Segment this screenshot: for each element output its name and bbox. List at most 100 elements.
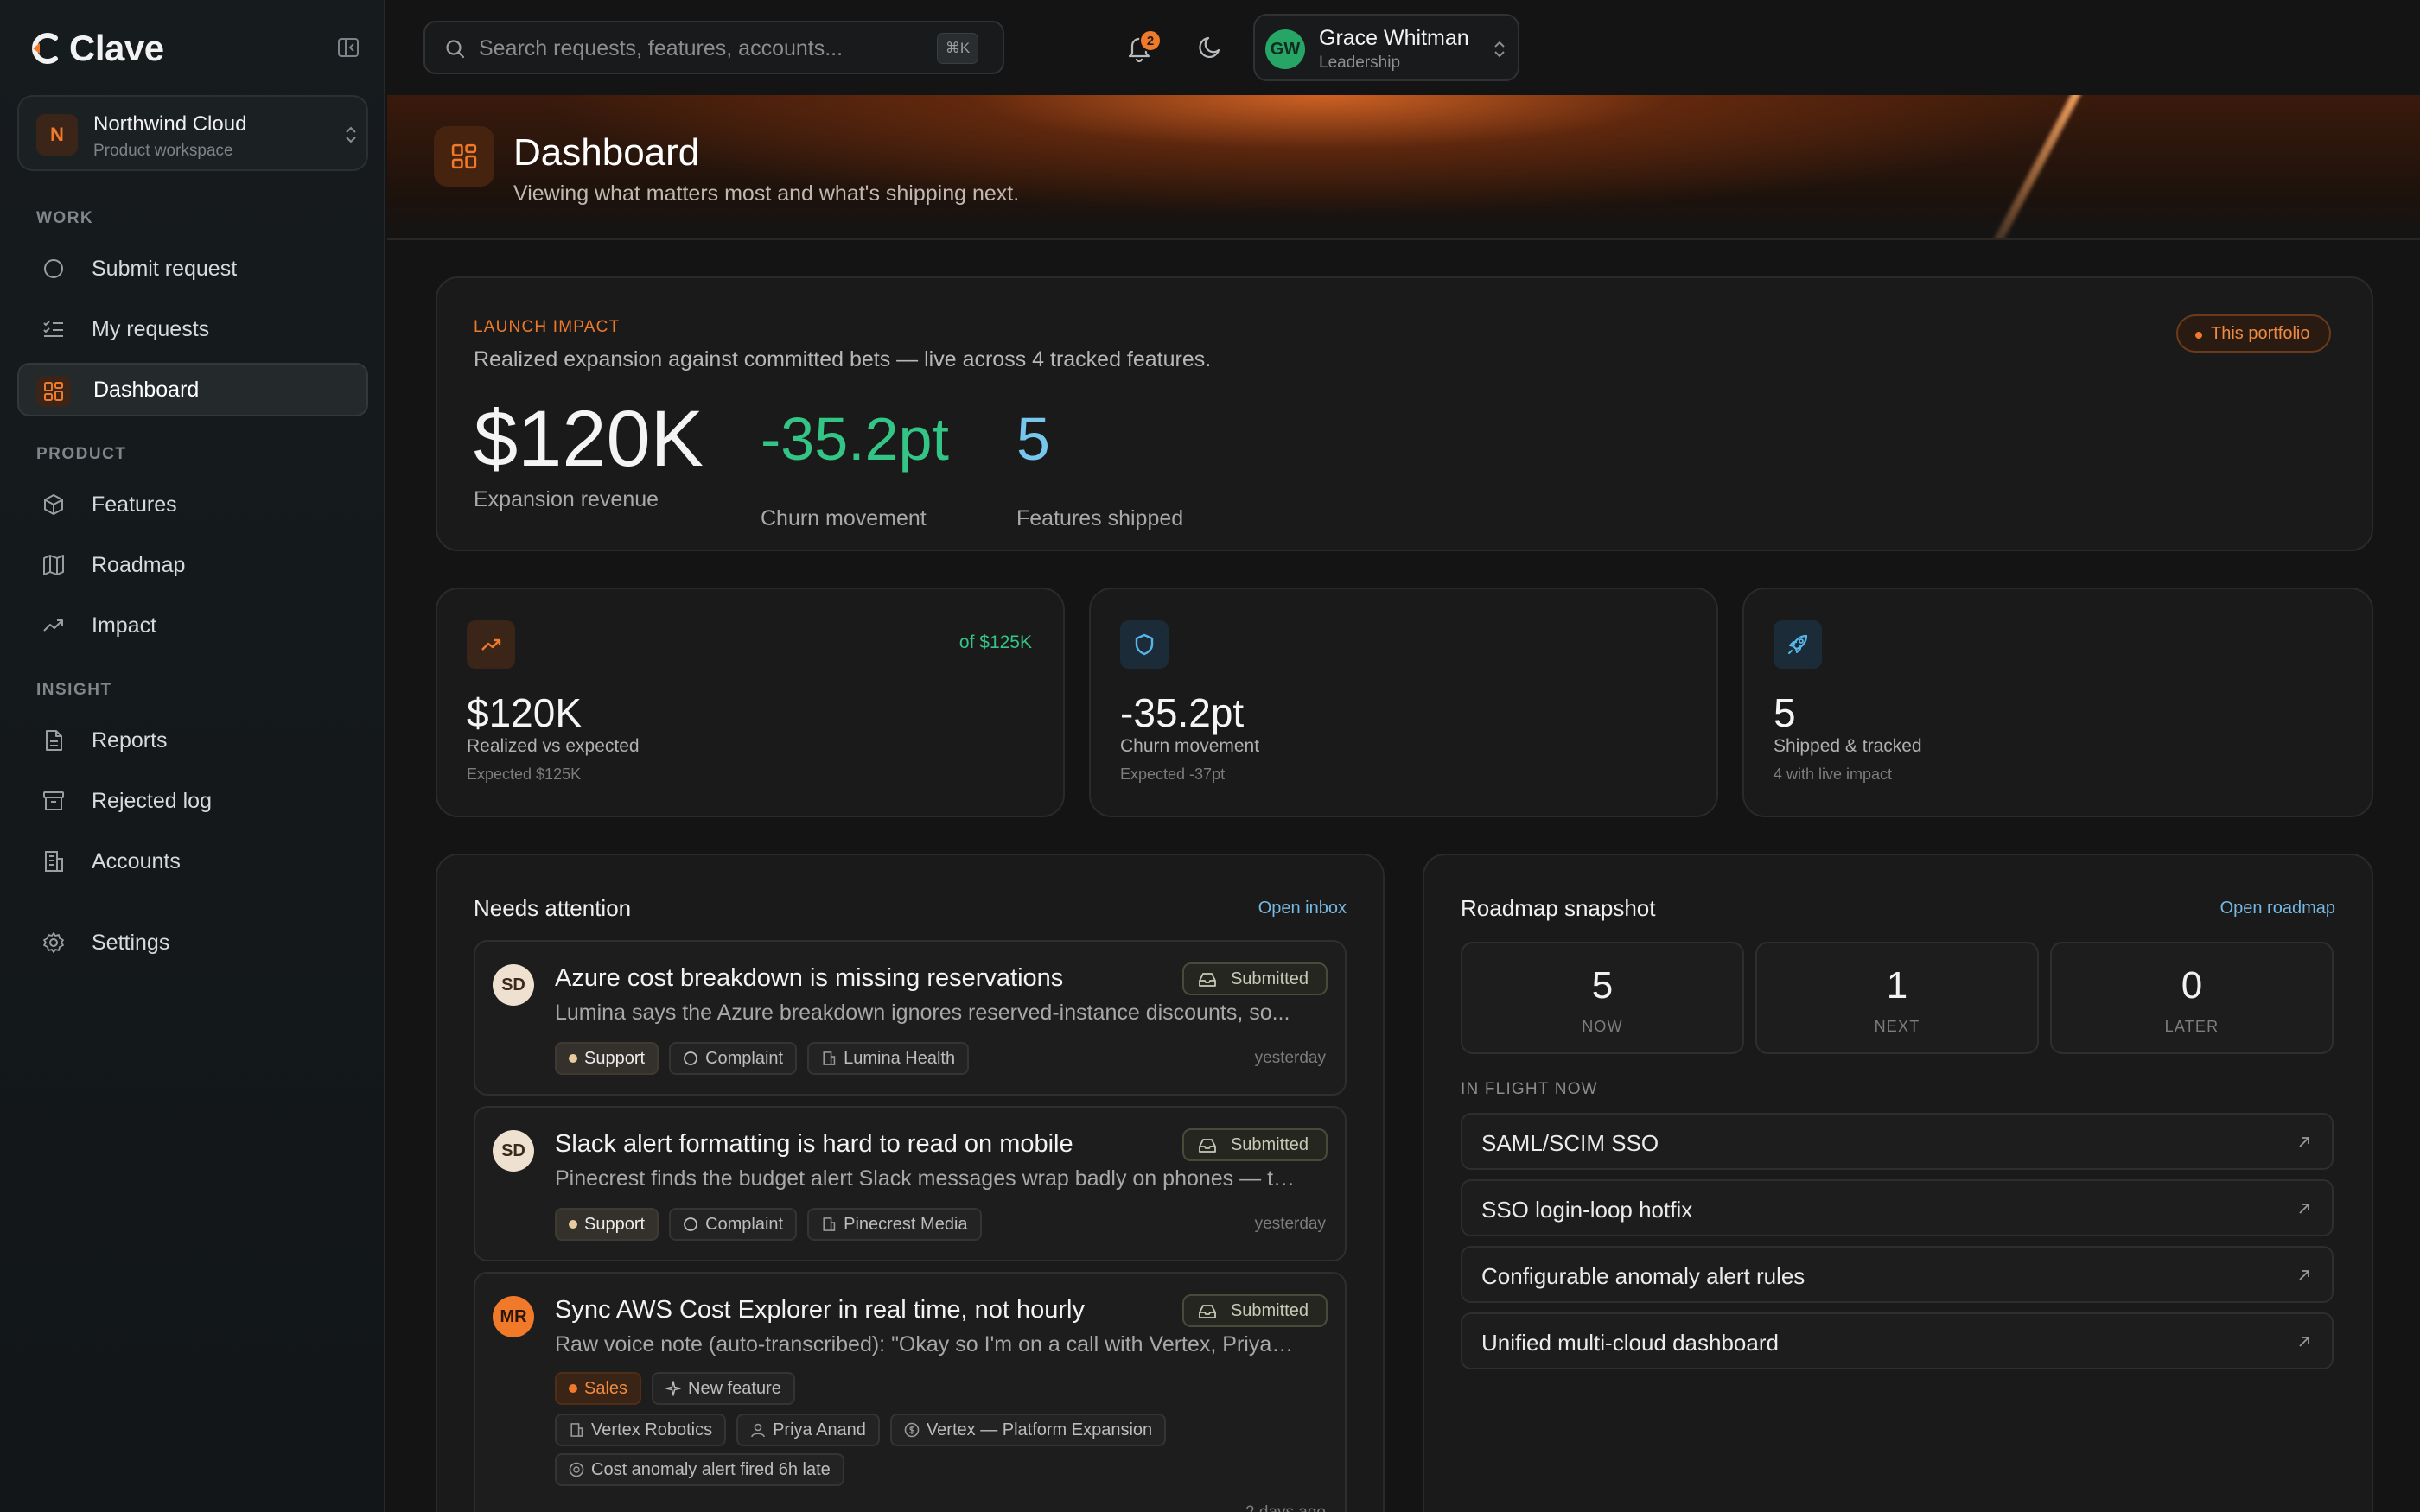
sidebar-item-submit-request[interactable]: Submit request [17, 242, 368, 295]
tag-support[interactable]: Support [555, 1042, 659, 1075]
tag-deal[interactable]: Vertex — Platform Expansion [889, 1414, 1167, 1446]
metric-expected: Expected $125K [467, 766, 582, 783]
stat-churn-movement: -35.2pt Churn movement [761, 399, 949, 531]
theme-toggle-moon-icon[interactable] [1196, 33, 1226, 62]
roadmap-count: 5 [1591, 964, 1614, 1007]
request-timestamp: 2 days ago [1245, 1503, 1326, 1512]
circle-icon [684, 1217, 697, 1231]
gear-icon [43, 932, 64, 953]
hero-decoration [1968, 95, 2082, 238]
roadmap-count: 0 [2181, 964, 2203, 1007]
sidebar-item-settings[interactable]: Settings [17, 916, 368, 969]
request-card[interactable]: SD Slack alert formatting is hard to rea… [474, 1106, 1347, 1261]
sidebar-item-label: Submit request [92, 256, 238, 281]
user-menu[interactable]: GW Grace Whitman Leadership [1253, 14, 1519, 81]
sidebar-item-label: Reports [92, 727, 168, 753]
open-inbox-link[interactable]: Open inbox [1258, 899, 1347, 918]
brand-logo[interactable]: Clave [29, 28, 164, 69]
tag-complaint[interactable]: Complaint [669, 1208, 798, 1241]
in-flight-item[interactable]: SAML/SCIM SSO [1461, 1113, 2334, 1170]
status-badge: Submitted [1181, 1128, 1328, 1161]
status-label: Submitted [1230, 1134, 1309, 1154]
sidebar-item-label: Impact [92, 613, 157, 638]
trend-up-icon [467, 620, 515, 669]
request-tags: Support Complaint Pinecrest Media [555, 1208, 982, 1241]
roadmap-snapshot-panel: Roadmap snapshot Open roadmap 5 NOW 1 NE… [1423, 854, 2373, 1512]
dot-icon [569, 1384, 577, 1393]
sidebar-item-label: Roadmap [92, 552, 186, 577]
page-subtitle: Viewing what matters most and what's shi… [513, 181, 1020, 206]
sidebar-item-features[interactable]: Features [17, 478, 368, 531]
archive-icon [43, 791, 64, 810]
person-icon [751, 1423, 765, 1438]
status-badge: Submitted [1181, 1294, 1328, 1327]
portfolio-scope-badge[interactable]: This portfolio [2176, 314, 2331, 353]
collapse-sidebar-icon[interactable] [335, 35, 361, 60]
sidebar-item-my-requests[interactable]: My requests [17, 302, 368, 356]
tag-signal[interactable]: Cost anomaly alert fired 6h late [555, 1453, 844, 1486]
inbox-icon [1199, 1305, 1216, 1318]
request-card[interactable]: MR Sync AWS Cost Explorer in real time, … [474, 1272, 1347, 1512]
in-flight-item[interactable]: Configurable anomaly alert rules [1461, 1246, 2334, 1303]
stat-features-shipped: 5 Features shipped [1016, 399, 1183, 531]
roadmap-column-next[interactable]: 1 NEXT [1755, 942, 2039, 1054]
request-description: Pinecrest finds the budget alert Slack m… [555, 1166, 1298, 1191]
avatar: SD [493, 964, 534, 1006]
sidebar-item-roadmap[interactable]: Roadmap [17, 538, 368, 592]
roadmap-column-later[interactable]: 0 LATER [2050, 942, 2334, 1054]
building-icon [45, 851, 63, 872]
tag-account[interactable]: Vertex Robotics [555, 1414, 727, 1446]
status-label: Submitted [1230, 969, 1309, 988]
sidebar-item-accounts[interactable]: Accounts [17, 835, 368, 888]
roadmap-column-now[interactable]: 5 NOW [1461, 942, 1744, 1054]
topbar: ⌘K 2 GW Grace Whitman Leadership [387, 0, 2420, 95]
request-title: Sync AWS Cost Explorer in real time, not… [555, 1296, 1085, 1324]
metric-card-churn: -35.2pt Churn movement Expected -37pt [1089, 588, 1718, 817]
dollar-circle-icon [904, 1422, 920, 1438]
workspace-subtitle: Product workspace [93, 142, 233, 160]
open-roadmap-link[interactable]: Open roadmap [2220, 899, 2335, 918]
status-label: Submitted [1230, 1300, 1309, 1320]
tag-complaint[interactable]: Complaint [669, 1042, 798, 1075]
tag-sales[interactable]: Sales [555, 1372, 642, 1405]
search-shortcut-hint: ⌘K [937, 33, 978, 64]
sidebar-item-impact[interactable]: Impact [17, 599, 368, 652]
metric-value: 5 [1774, 690, 1796, 735]
in-flight-label: Configurable anomaly alert rules [1481, 1263, 1805, 1289]
request-context-tags: Vertex Robotics Priya Anand Vertex — Pla… [555, 1414, 1167, 1446]
workspace-switcher[interactable]: N Northwind Cloud Product workspace [17, 95, 368, 171]
dashboard-icon [434, 126, 494, 187]
tag-new-feature[interactable]: New feature [652, 1372, 795, 1405]
chevron-updown-icon [346, 126, 356, 143]
in-flight-heading: IN FLIGHT NOW [1461, 1080, 1598, 1098]
stat-label: Churn movement [761, 506, 927, 530]
request-card[interactable]: SD Azure cost breakdown is missing reser… [474, 940, 1347, 1096]
stat-expansion-revenue: $120K Expansion revenue [474, 399, 704, 512]
tag-account[interactable]: Lumina Health [807, 1042, 970, 1075]
sidebar-item-rejected-log[interactable]: Rejected log [17, 774, 368, 828]
sidebar: Clave N Northwind Cloud Product workspac… [0, 0, 385, 1512]
sidebar-item-reports[interactable]: Reports [17, 714, 368, 767]
in-flight-item[interactable]: Unified multi-cloud dashboard [1461, 1312, 2334, 1369]
tag-contact[interactable]: Priya Anand [736, 1414, 880, 1446]
metric-label: Churn movement [1120, 736, 1260, 756]
avatar: MR [493, 1296, 534, 1337]
tag-account[interactable]: Pinecrest Media [807, 1208, 982, 1241]
metric-card-shipped: 5 Shipped & tracked 4 with live impact [1742, 588, 2373, 817]
roadmap-count: 1 [1886, 964, 1908, 1007]
page-title: Dashboard [513, 131, 700, 174]
search-icon [446, 40, 465, 59]
search-input[interactable] [479, 31, 928, 66]
page-header: Dashboard Viewing what matters most and … [387, 95, 2420, 240]
search-box[interactable]: ⌘K [424, 21, 1004, 74]
sidebar-item-dashboard[interactable]: Dashboard [17, 363, 368, 416]
sidebar-item-label: Dashboard [93, 377, 200, 402]
tag-support[interactable]: Support [555, 1208, 659, 1241]
in-flight-item[interactable]: SSO login-loop hotfix [1461, 1179, 2334, 1236]
metric-expected: 4 with live impact [1774, 766, 1893, 783]
user-name: Grace Whitman [1319, 26, 1469, 50]
sparkle-icon [666, 1381, 681, 1396]
stat-value: -35.2pt [761, 405, 949, 473]
building-icon [570, 1423, 583, 1437]
brand-name: Clave [69, 28, 164, 68]
